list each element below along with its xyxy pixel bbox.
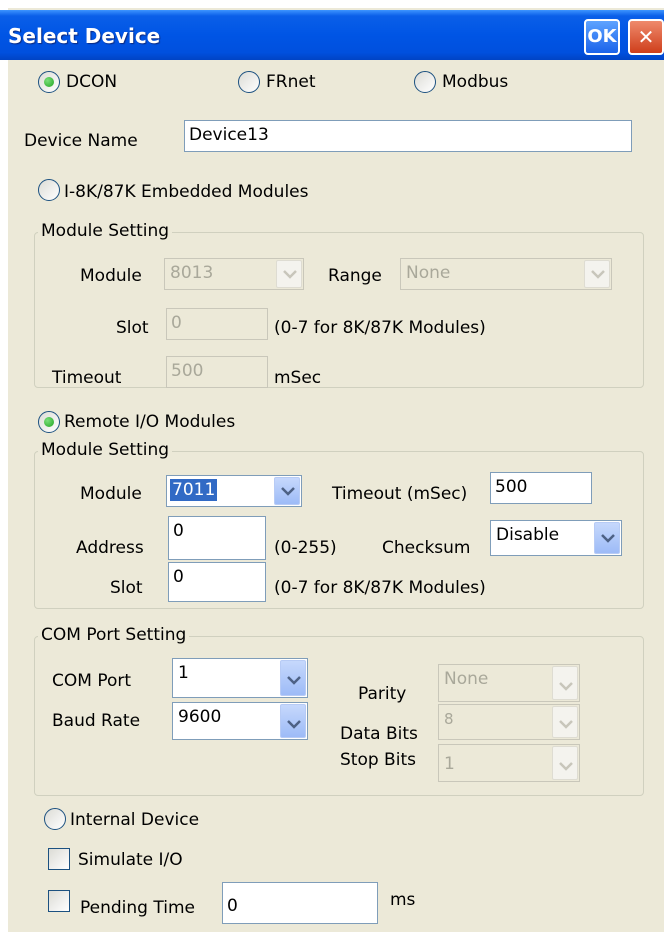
embedded-range-value: None: [406, 263, 451, 283]
stop-bits-value: 1: [444, 754, 455, 774]
embedded-module-setting-title: Module Setting: [38, 221, 173, 241]
simulate-io-label: Simulate I/O: [78, 850, 183, 870]
com-port-value: 1: [178, 663, 189, 683]
radio-remote-io[interactable]: [38, 411, 60, 433]
close-button[interactable]: ✕: [628, 19, 664, 55]
chevron-down-icon: [280, 704, 306, 738]
radio-dcon[interactable]: [38, 71, 60, 93]
chevron-down-icon: [552, 746, 578, 780]
data-bits-label: Data Bits: [340, 724, 418, 744]
close-icon: ✕: [637, 25, 655, 49]
baud-rate-select[interactable]: 9600: [172, 702, 308, 740]
pending-time-unit: ms: [390, 890, 416, 910]
embedded-module-label: Module: [80, 266, 142, 286]
com-port-setting-title: COM Port Setting: [38, 625, 190, 645]
window-title: Select Device: [8, 24, 161, 48]
baud-rate-value: 9600: [178, 707, 222, 727]
remote-module-value: 7011: [170, 479, 218, 501]
parity-label: Parity: [358, 684, 407, 704]
radio-modbus-label: Modbus: [442, 72, 509, 92]
embedded-module-select: 8013: [164, 258, 304, 290]
radio-internal-device[interactable]: [44, 808, 66, 830]
embedded-timeout-field: 500: [166, 356, 268, 388]
radio-embedded-modules-label: I-8K/87K Embedded Modules: [64, 182, 309, 202]
device-name-label: Device Name: [24, 131, 138, 151]
radio-frnet-label: FRnet: [266, 72, 316, 92]
baud-rate-label: Baud Rate: [52, 711, 141, 731]
chevron-down-icon: [584, 260, 610, 288]
chevron-down-icon: [594, 522, 620, 554]
remote-slot-label: Slot: [110, 578, 143, 598]
embedded-slot-label: Slot: [116, 318, 149, 338]
pending-time-checkbox[interactable]: [48, 890, 70, 912]
parity-value: None: [444, 669, 489, 689]
simulate-io-checkbox[interactable]: [48, 848, 70, 870]
ok-button[interactable]: OK: [584, 19, 620, 55]
radio-internal-device-label: Internal Device: [70, 810, 200, 830]
address-label: Address: [76, 538, 144, 558]
address-field[interactable]: 0: [168, 516, 266, 560]
embedded-timeout-label: Timeout: [52, 368, 122, 388]
com-port-label: COM Port: [52, 671, 132, 691]
embedded-module-setting-group: [34, 232, 644, 388]
embedded-timeout-unit: mSec: [274, 368, 322, 388]
pending-time-field[interactable]: 0: [222, 882, 378, 924]
embedded-range-label: Range: [328, 266, 382, 286]
chevron-down-icon: [276, 260, 302, 288]
chevron-down-icon: [280, 660, 306, 696]
stop-bits-label: Stop Bits: [340, 750, 416, 770]
parity-select: None: [438, 664, 580, 702]
device-name-field[interactable]: Device13: [184, 120, 632, 152]
checksum-value: Disable: [496, 525, 560, 545]
radio-dcon-label: DCON: [66, 72, 118, 92]
stop-bits-select: 1: [438, 744, 580, 782]
radio-modbus[interactable]: [414, 71, 436, 93]
remote-module-select[interactable]: 7011: [166, 475, 302, 507]
data-bits-value: 8: [444, 710, 454, 728]
radio-remote-io-label: Remote I/O Modules: [64, 412, 236, 432]
com-port-select[interactable]: 1: [172, 658, 308, 698]
pending-time-label: Pending Time: [80, 898, 195, 918]
embedded-module-value: 8013: [170, 263, 214, 283]
chevron-down-icon: [552, 706, 578, 738]
embedded-slot-field: 0: [166, 308, 268, 340]
remote-timeout-field[interactable]: 500: [490, 472, 592, 504]
address-hint: (0-255): [274, 538, 337, 558]
remote-module-setting-title: Module Setting: [38, 440, 173, 460]
radio-embedded-modules[interactable]: [38, 179, 60, 201]
remote-timeout-label: Timeout (mSec): [332, 484, 468, 504]
embedded-range-select: None: [400, 258, 612, 290]
remote-slot-field[interactable]: 0: [168, 562, 266, 602]
checksum-label: Checksum: [382, 538, 471, 558]
chevron-down-icon: [552, 666, 578, 700]
remote-module-label: Module: [80, 484, 142, 504]
embedded-slot-hint: (0-7 for 8K/87K Modules): [274, 318, 486, 338]
chevron-down-icon: [274, 477, 300, 505]
radio-frnet[interactable]: [238, 71, 260, 93]
remote-slot-hint: (0-7 for 8K/87K Modules): [274, 578, 486, 598]
checksum-select[interactable]: Disable: [490, 520, 622, 556]
data-bits-select: 8: [438, 704, 580, 740]
